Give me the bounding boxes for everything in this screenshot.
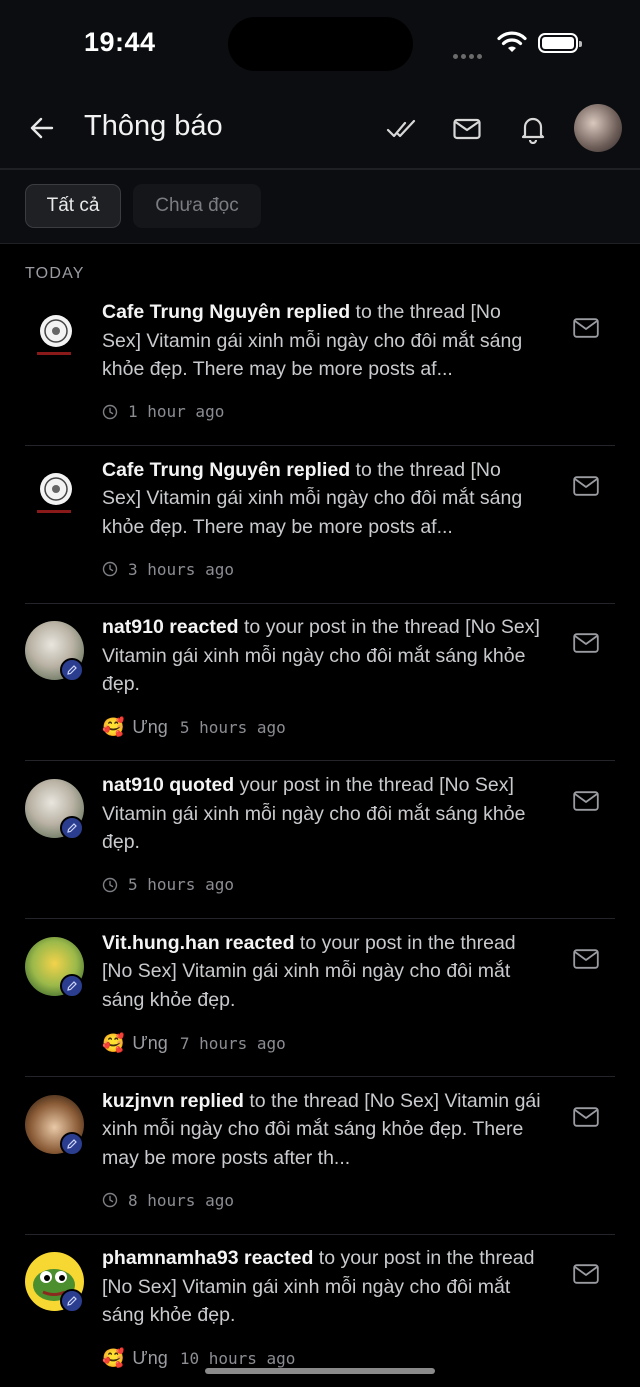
notification-time: 5 hours ago [128,875,234,895]
notification-item[interactable]: Cafe Trung Nguyên replied to the thread … [25,446,615,604]
reaction-label: Ưng [132,1348,168,1369]
mail-icon[interactable] [452,114,482,144]
notification-item[interactable]: nat910 quoted your post in the thread [N… [25,761,615,920]
battery-icon [538,33,582,53]
notification-time: 7 hours ago [179,1033,286,1053]
cellular-signal-icon [453,46,489,59]
filter-tabs: Tất cả Chưa đọc [0,170,640,244]
wifi-icon [497,31,527,52]
notification-item[interactable]: phamnamha93 reacted to your post in the … [25,1234,615,1387]
notification-text: Vit.hung.han reacted to your post in the… [102,929,542,1015]
notification-time: 8 hours ago [128,1190,234,1210]
notification-actor: Cafe Trung Nguyên [102,301,281,323]
notification-text: kuzjnvn replied to the thread [No Sex] V… [102,1087,542,1173]
notification-text: phamnamha93 reacted to your post in the … [102,1244,542,1330]
page-title: Thông báo [84,110,223,142]
notification-actor: Vit.hung.han [102,931,220,954]
notification-item[interactable]: kuzjnvn replied to the thread [No Sex] V… [25,1077,615,1235]
notification-action: reacted [243,1247,314,1270]
mark-read-mail-icon[interactable] [573,1264,599,1284]
notification-time: 10 hours ago [179,1349,296,1369]
notification-actor: phamnamha93 [102,1247,239,1270]
mark-read-mail-icon[interactable] [573,1106,599,1127]
reaction-emoji-icon: 🥰 [102,1032,125,1054]
notification-action: quoted [169,774,235,797]
notification-body: your post in the thread [No Sex] Vitamin… [102,774,526,854]
notification-meta: 1 hour ago [102,402,224,421]
notifications-screen: 19:44 Thông báo Tất cả Chưa đọc TODAY Ca… [0,0,640,1387]
clock-icon [102,404,118,419]
edit-badge-icon [60,816,84,841]
notification-actor: Cafe Trung Nguyên [102,458,281,481]
tab-unread[interactable]: Chưa đọc [133,184,261,228]
notification-actor: kuzjnvn [102,1089,175,1112]
notification-meta: 8 hours ago [102,1191,234,1210]
edit-badge-icon [60,973,84,998]
notification-meta: 3 hours ago [102,560,234,579]
mark-read-mail-icon[interactable] [573,318,599,338]
notification-action: reacted [169,616,239,639]
edit-badge-icon [60,1131,84,1156]
mark-read-mail-icon[interactable] [573,949,599,969]
user-avatar[interactable] [574,104,622,152]
reaction-emoji-icon: 🥰 [102,1348,125,1370]
notification-meta: 🥰 Ưng 5 hours ago [102,717,286,738]
tab-all[interactable]: Tất cả [25,184,121,228]
notification-time: 1 hour ago [128,402,225,421]
status-time: 19:44 [84,27,156,57]
notification-action: replied [286,301,351,323]
notification-text: Cafe Trung Nguyên replied to the thread … [102,298,542,384]
notification-actor: nat910 [102,774,164,797]
notification-text: Cafe Trung Nguyên replied to the thread … [102,456,542,542]
bell-icon[interactable] [518,114,548,144]
notification-item[interactable]: nat910 reacted to your post in the threa… [25,603,615,762]
notification-actor: nat910 [102,616,164,639]
reaction-label: Ưng [132,717,168,738]
notification-time: 5 hours ago [179,718,286,738]
status-bar: 19:44 [0,0,640,90]
header: Thông báo [0,90,640,170]
edit-badge-icon [60,658,84,683]
dynamic-island [228,17,413,71]
home-indicator [205,1368,435,1374]
section-label-today: TODAY [25,265,85,282]
notification-body: to your post in the thread [No Sex] Vita… [102,616,540,696]
notification-item[interactable]: Cafe Trung Nguyên replied to the thread … [25,288,615,446]
clock-icon [102,561,118,577]
notification-time: 3 hours ago [128,559,234,579]
notification-action: reacted [225,931,295,954]
notification-meta: 🥰 Ưng 7 hours ago [102,1033,286,1054]
reaction-label: Ưng [132,1032,168,1053]
cafe-logo[interactable] [25,463,84,523]
mark-all-read-icon[interactable] [386,114,416,144]
cafe-logo[interactable] [25,306,84,365]
mark-read-mail-icon[interactable] [573,791,599,811]
back-arrow-icon[interactable] [28,114,56,142]
mark-read-mail-icon[interactable] [573,633,599,654]
mark-read-mail-icon[interactable] [573,475,599,496]
notification-meta: 5 hours ago [102,875,234,894]
clock-icon [102,1192,118,1208]
notification-action: replied [180,1089,244,1112]
notification-text: nat910 reacted to your post in the threa… [102,613,542,699]
clock-icon [102,877,118,892]
reaction-emoji-icon: 🥰 [102,717,125,739]
edit-badge-icon [60,1289,84,1314]
notification-action: replied [286,458,351,481]
notification-item[interactable]: Vit.hung.han reacted to your post in the… [25,919,615,1077]
notification-text: nat910 quoted your post in the thread [N… [102,771,542,857]
notification-meta: 🥰 Ưng 10 hours ago [102,1348,295,1369]
